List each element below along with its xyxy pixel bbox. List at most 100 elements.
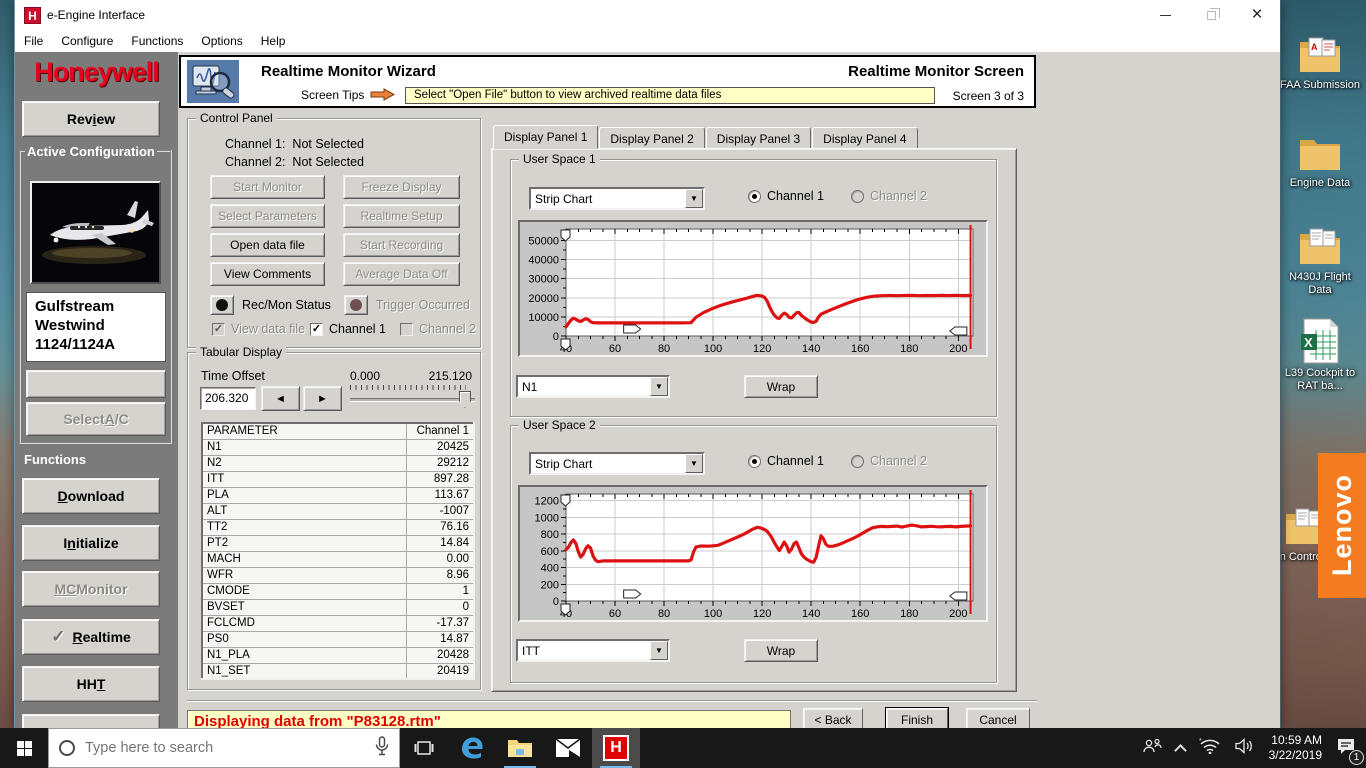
radio-icon[interactable] [851, 455, 864, 468]
channel2-radio-2[interactable]: Channel 2 [851, 454, 927, 468]
tab-display-panel-3[interactable]: Display Panel 3 [706, 127, 811, 149]
select-parameters-button[interactable]: Select Parameters [210, 204, 325, 228]
start-recording-button[interactable]: Start Recording [343, 233, 460, 257]
svg-text:80: 80 [658, 343, 670, 355]
channel2-radio-1[interactable]: Channel 2 [851, 189, 927, 203]
tray-expand-icon[interactable] [1174, 744, 1187, 757]
radio-icon[interactable] [851, 190, 864, 203]
partial-button[interactable] [22, 714, 160, 728]
clock-date: 3/22/2019 [1269, 748, 1322, 763]
tab-display-panel-2[interactable]: Display Panel 2 [599, 127, 704, 149]
radio-icon[interactable] [748, 455, 761, 468]
desktop-icon-faa-submission[interactable]: AFAA Submission [1278, 24, 1362, 92]
minimize-button[interactable] [1142, 0, 1188, 30]
open-data-file-button[interactable]: Open data file [210, 233, 325, 257]
people-icon[interactable] [1142, 738, 1162, 759]
channel1-radio-1[interactable]: Channel 1 [748, 189, 824, 203]
edge-browser-icon[interactable] [448, 728, 496, 768]
view-comments-button[interactable]: View Comments [210, 262, 325, 286]
wrap-button-2[interactable]: Wrap [744, 639, 818, 662]
radio-icon[interactable] [748, 190, 761, 203]
step-forward-button[interactable]: ► [303, 386, 342, 411]
average-data-off-button[interactable]: Average Data Off [343, 262, 460, 286]
select-ac-button[interactable]: Select A/C [26, 402, 166, 436]
svg-text:800: 800 [541, 529, 559, 541]
review-button[interactable]: Review [22, 101, 160, 137]
chart-type-select-1[interactable]: Strip Chart ▼ [529, 187, 705, 210]
chevron-down-icon[interactable]: ▼ [650, 377, 668, 396]
column-header-channel-1: Channel 1 [406, 423, 474, 439]
volume-icon[interactable] [1235, 738, 1255, 759]
microphone-icon[interactable] [375, 736, 389, 761]
e-engine-app-icon[interactable]: H [592, 728, 640, 768]
checkbox-channel-2[interactable]: Channel 2 [400, 322, 476, 336]
menu-file[interactable]: File [15, 32, 52, 50]
parameter-select-1[interactable]: N1 ▼ [516, 375, 670, 398]
initialize-button[interactable]: Initialize [22, 525, 160, 561]
desktop-icon-l39-cockpit-to-rat-ba[interactable]: XL39 Cockpit to RAT ba... [1278, 312, 1362, 393]
back-button[interactable]: < Back [803, 708, 863, 728]
desktop-icon-n430j-flight-data[interactable]: N430J Flight Data [1278, 216, 1362, 297]
rec-mon-status-indicator: Rec/Mon Status [210, 295, 331, 315]
menu-help[interactable]: Help [252, 32, 295, 50]
taskbar-search[interactable] [48, 728, 400, 768]
restore-button[interactable] [1188, 0, 1234, 30]
freeze-display-button[interactable]: Freeze Display [343, 175, 460, 199]
checkbox-icon[interactable]: ✓ [212, 323, 225, 336]
start-monitor-button[interactable]: Start Monitor [210, 175, 325, 199]
notification-center-icon[interactable]: 1 [1336, 737, 1356, 760]
slider-min-label: 0.000 [350, 369, 380, 383]
chart-type-select-2[interactable]: Strip Chart ▼ [529, 452, 705, 475]
strip-chart-1[interactable]: 0100002000030000400005000040608010012014… [518, 220, 988, 357]
time-slider-thumb[interactable] [459, 391, 471, 408]
hht-button[interactable]: HHT [22, 666, 160, 702]
parameter-select-2[interactable]: ITT ▼ [516, 639, 670, 662]
realtime-setup-button[interactable]: Realtime Setup [343, 204, 460, 228]
time-offset-field[interactable]: 206.320 [200, 387, 256, 410]
strip-chart-2[interactable]: 0200400600800100012004060801001201401601… [518, 485, 988, 622]
taskbar-clock[interactable]: 10:59 AM 3/22/2019 [1269, 733, 1322, 763]
param-value: 76.16 [406, 519, 474, 535]
svg-text:A: A [1311, 42, 1318, 52]
chevron-down-icon[interactable]: ▼ [685, 454, 703, 473]
chevron-down-icon[interactable]: ▼ [650, 641, 668, 660]
wifi-icon[interactable]: * [1199, 738, 1221, 759]
search-input[interactable] [85, 740, 375, 756]
realtime-button[interactable]: ✓Realtime [22, 619, 160, 655]
menu-options[interactable]: Options [192, 32, 251, 50]
menu-functions[interactable]: Functions [122, 32, 192, 50]
time-slider-track[interactable] [350, 398, 475, 402]
channel1-radio-2[interactable]: Channel 1 [748, 454, 824, 468]
tab-display-panel-1[interactable]: Display Panel 1 [493, 125, 598, 149]
table-row: PLA113.67 [202, 487, 474, 503]
wizard-screen-counter: Screen 3 of 3 [848, 89, 1024, 103]
mc-monitor-button[interactable]: MC Monitor [22, 571, 160, 607]
checkbox-label: Channel 2 [419, 322, 476, 336]
checkbox-icon[interactable]: ✓ [310, 323, 323, 336]
checkbox-channel-1[interactable]: ✓Channel 1 [310, 322, 386, 336]
svg-text:160: 160 [851, 608, 869, 620]
svg-text:100: 100 [704, 343, 722, 355]
chart-type-value-2: Strip Chart [531, 457, 685, 471]
checkbox-view-data-file[interactable]: ✓View data file [212, 322, 305, 336]
wrap-button-1[interactable]: Wrap [744, 375, 818, 398]
step-back-button[interactable]: ◄ [261, 386, 300, 411]
desktop-icon-engine-data[interactable]: Engine Data [1278, 122, 1362, 190]
tab-display-panel-4[interactable]: Display Panel 4 [812, 127, 917, 149]
svg-text:180: 180 [900, 343, 918, 355]
svg-text:0: 0 [553, 596, 559, 608]
start-button[interactable] [0, 728, 48, 768]
mail-icon[interactable] [544, 728, 592, 768]
file-explorer-icon[interactable] [496, 728, 544, 768]
param-name: N1 [202, 439, 406, 455]
download-button[interactable]: Download [22, 478, 160, 514]
task-view-button[interactable] [400, 728, 448, 768]
menu-configure[interactable]: Configure [52, 32, 122, 50]
close-button[interactable]: × [1234, 0, 1280, 30]
checkbox-icon[interactable] [400, 323, 413, 336]
chevron-down-icon[interactable]: ▼ [685, 189, 703, 208]
svg-text:120: 120 [753, 608, 771, 620]
desktop-icon-label: Engine Data [1278, 177, 1362, 190]
finish-button[interactable]: Finish [886, 708, 948, 728]
cancel-button[interactable]: Cancel [966, 708, 1030, 728]
